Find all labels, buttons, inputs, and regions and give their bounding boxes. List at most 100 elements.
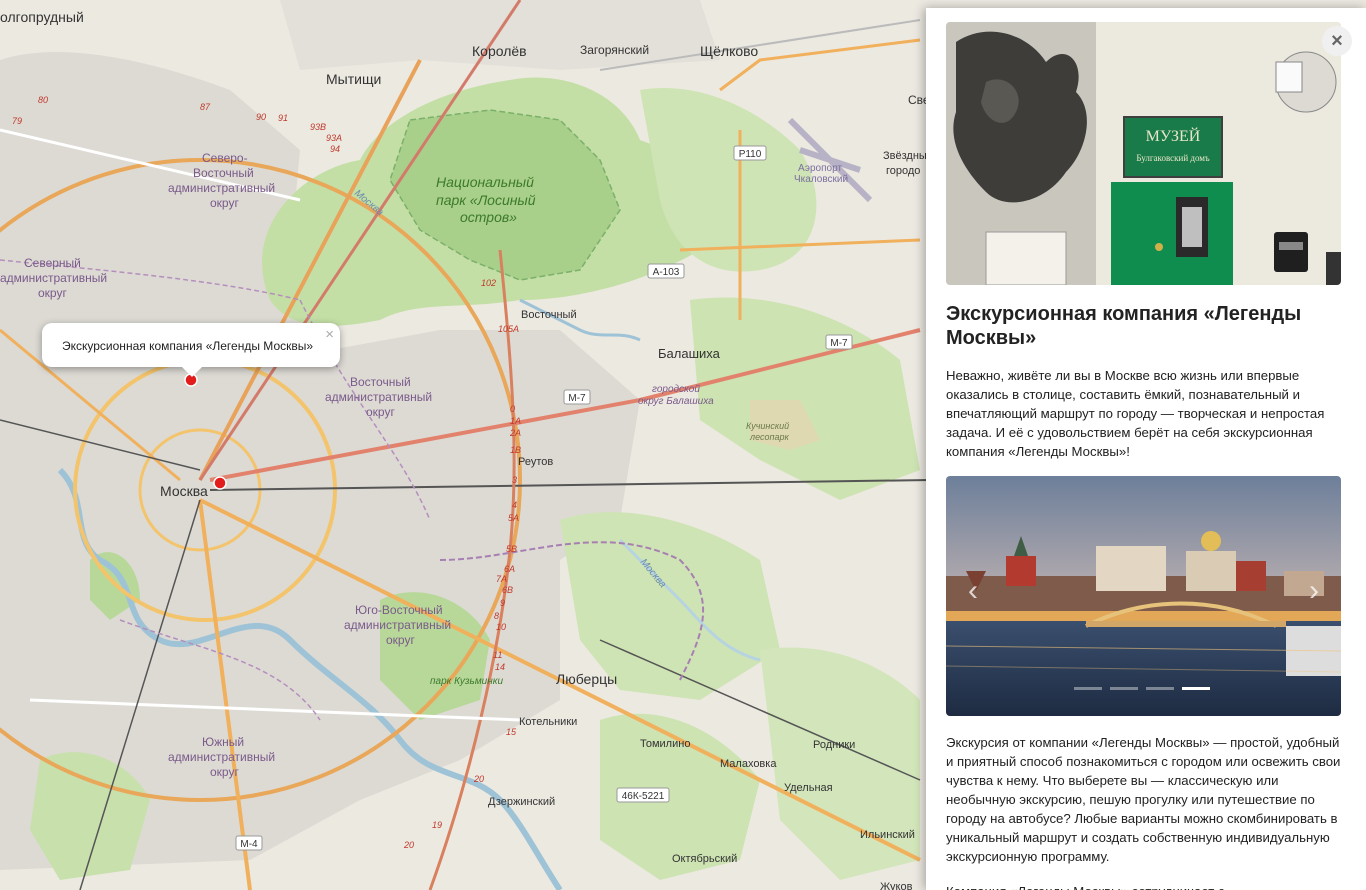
exit-number: 105A (498, 324, 519, 334)
exit-number: 6A (504, 564, 515, 574)
label-reutov: Реутов (518, 456, 553, 468)
label-dzerzhinsky: Дзержинский (488, 796, 555, 808)
exit-number: 93B (310, 122, 326, 132)
label-oktyabrsky: Октябрьский (672, 853, 737, 865)
svg-text:М-4: М-4 (240, 839, 258, 850)
exit-number: 4 (512, 500, 517, 510)
panel-title: Экскурсионная компания «Легенды Москвы» (946, 303, 1302, 349)
museum-sign-line2: Булгаковский домъ (1136, 153, 1210, 163)
carousel-indicator[interactable] (1110, 687, 1138, 690)
exit-number: 102 (481, 278, 496, 288)
exit-number: 19 (432, 820, 442, 830)
exit-number: 1A (510, 416, 521, 426)
label-park-2: парк «Лосиный (436, 192, 536, 208)
shield-m7-east: М-7 (825, 334, 853, 350)
label-park-3: остров» (460, 209, 517, 225)
label-svao-3: административный (168, 181, 275, 195)
panel-more-text: Компания «Легенды Москвы» сотрудничает с (946, 882, 1341, 890)
label-sao-1: Северный (24, 256, 81, 270)
label-kuchinsky-2: лесопарк (749, 432, 789, 442)
carousel-indicators (1074, 687, 1210, 690)
label-sao-3: округ (38, 286, 67, 300)
label-ilinsky: Ильинский (860, 829, 915, 841)
label-balashikha: Балашиха (658, 346, 721, 361)
svg-text:Р110: Р110 (739, 149, 762, 160)
shield-m4: М-4 (235, 835, 263, 851)
exit-number: 0 (510, 404, 515, 414)
svg-text:М-7: М-7 (830, 338, 848, 349)
label-balashikha-okrug-2: округ Балашиха (638, 396, 714, 407)
map-marker-2[interactable] (213, 476, 227, 490)
label-zvezdny-1: Звёздны (883, 150, 927, 162)
label-svao-4: округ (210, 196, 239, 210)
exit-number: 15 (506, 727, 517, 737)
exit-number: 20 (473, 774, 484, 784)
carousel-indicator[interactable] (1074, 687, 1102, 690)
museum-sign-line1: МУЗЕЙ (1146, 126, 1201, 145)
photo-carousel[interactable]: ‹ › (946, 476, 1341, 716)
panel-intro-text: Неважно, живёте ли вы в Москве всю жизнь… (946, 368, 1325, 459)
label-vostochny: Восточный (521, 309, 577, 321)
exit-number: 93A (326, 133, 342, 143)
label-lyubertsy: Люберцы (556, 671, 617, 687)
svg-text:А-103: А-103 (653, 267, 680, 278)
exit-number: 10 (496, 622, 506, 632)
label-moskva: Москва (160, 483, 208, 499)
exit-number: 94 (330, 144, 340, 154)
panel-body-text: Экскурсия от компании «Легенды Москвы» —… (946, 735, 1341, 864)
label-vao-1: Восточный (350, 375, 411, 389)
carousel-indicator-active[interactable] (1182, 687, 1210, 690)
label-malakhovka: Малаховка (720, 758, 777, 770)
label-zvezdny-2: городо (886, 165, 920, 177)
label-tomilino: Томилино (640, 738, 690, 750)
details-panel: МУЗЕЙ Булгаковский домъ × Экскурсионная … (926, 8, 1366, 890)
exit-number: 5A (508, 513, 519, 523)
museum-photo: МУЗЕЙ Булгаковский домъ (946, 22, 1341, 285)
exit-number: 80 (38, 95, 48, 105)
exit-number: 7A (496, 574, 507, 584)
label-udelnaya: Удельная (784, 782, 833, 794)
panel-close-button[interactable]: × (1322, 26, 1352, 56)
exit-number: 91 (278, 113, 288, 123)
exit-number: 1B (510, 445, 521, 455)
label-kotelniki: Котельники (519, 716, 577, 728)
label-shchelkovo: Щёлково (700, 43, 758, 59)
label-balashikha-okrug-1: городской (652, 384, 700, 395)
svg-text:М-7: М-7 (568, 393, 586, 404)
label-korolev: Королёв (472, 43, 527, 59)
shield-p110: Р110 (733, 145, 767, 161)
label-yuao-3: округ (210, 765, 239, 779)
shield-a103: А-103 (647, 263, 685, 279)
label-park-1: Национальный (436, 174, 534, 190)
carousel-next-arrow[interactable]: › (1309, 576, 1319, 606)
shield-46k-5221: 46К-5221 (616, 787, 670, 803)
label-uvao-3: округ (386, 633, 415, 647)
svg-text:46К-5221: 46К-5221 (622, 791, 665, 802)
label-zagoryansky: Загорянский (580, 43, 649, 57)
label-yuao-1: Южный (202, 735, 244, 749)
label-airport-1: Аэропорт (798, 163, 842, 174)
popup-close-icon[interactable]: × (325, 326, 334, 343)
label-uvao-2: административный (344, 618, 451, 632)
shield-m7-west: М-7 (563, 389, 591, 405)
popup-tip (182, 367, 202, 377)
carousel-prev-arrow[interactable]: ‹ (968, 576, 978, 606)
exit-number: 14 (495, 662, 505, 672)
label-rodniki: Родники (813, 739, 855, 751)
exit-number: 11 (493, 650, 502, 660)
exit-number: 3 (512, 475, 517, 485)
label-zhukov: Жуков (880, 881, 913, 890)
label-svao-2: Восточный (193, 166, 254, 180)
exit-number: 5B (506, 544, 517, 554)
label-vao-3: округ (366, 405, 395, 419)
label-airport-2: Чкаловский (794, 174, 848, 185)
carousel-indicator[interactable] (1146, 687, 1174, 690)
exit-number: 87 (200, 102, 211, 112)
exit-number: 9 (500, 598, 505, 608)
exit-number: 8 (494, 611, 499, 621)
label-dolgoprudny: олгопрудный (0, 9, 84, 25)
label-mytishchi: Мытищи (326, 71, 381, 87)
exit-number: 6B (502, 585, 513, 595)
label-uvao-1: Юго-Восточный (355, 603, 443, 617)
label-park-kuzminki: парк Кузьминки (430, 676, 503, 687)
